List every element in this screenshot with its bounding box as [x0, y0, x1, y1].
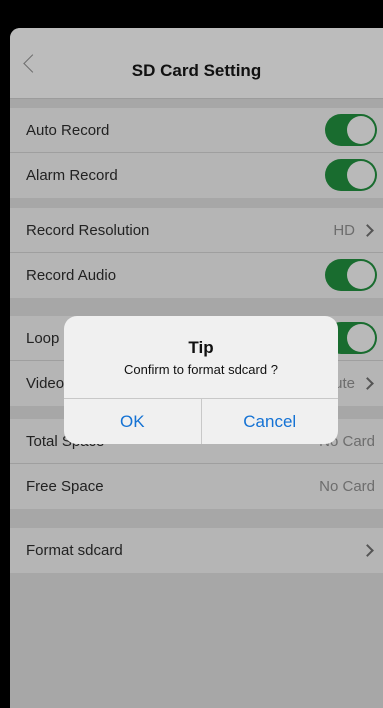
alarm-record-toggle[interactable] [325, 159, 377, 191]
toggle-knob [347, 116, 375, 144]
auto-record-toggle[interactable] [325, 114, 377, 146]
auto-record-label: Auto Record [26, 122, 110, 139]
auto-record-row: Auto Record [10, 108, 383, 153]
toggle-knob [347, 324, 375, 352]
format-sdcard-row[interactable]: Format sdcard [10, 528, 383, 573]
alarm-record-label: Alarm Record [26, 167, 118, 184]
loop-label: Loop [26, 330, 60, 347]
toggle-knob [347, 161, 375, 189]
format-confirm-dialog: Tip Confirm to format sdcard ? OK Cancel [64, 316, 338, 444]
record-resolution-row[interactable]: Record Resolution HD [10, 208, 383, 253]
free-space-label: Free Space [26, 478, 104, 495]
alarm-record-row: Alarm Record [10, 153, 383, 198]
format-sdcard-label: Format sdcard [26, 542, 123, 559]
dialog-message: Confirm to format sdcard ? [124, 362, 278, 377]
record-audio-toggle[interactable] [325, 259, 377, 291]
chevron-right-icon [361, 224, 374, 237]
dialog-actions: OK Cancel [64, 398, 338, 444]
ok-button[interactable]: OK [64, 399, 201, 444]
chevron-right-icon [361, 544, 374, 557]
page-title: SD Card Setting [131, 61, 262, 80]
record-resolution-value: HD [333, 222, 355, 239]
record-mode-group: Auto Record Alarm Record [10, 108, 383, 198]
chevron-right-icon [361, 377, 374, 390]
dialog-title: Tip [188, 338, 214, 357]
record-options-group: Record Resolution HD Record Audio [10, 208, 383, 298]
free-space-value: No Card [319, 478, 375, 495]
video-label: Video [26, 375, 65, 392]
cancel-button[interactable]: Cancel [200, 399, 339, 444]
format-group: Format sdcard [10, 528, 383, 573]
toggle-knob [347, 261, 375, 289]
record-audio-row: Record Audio [10, 253, 383, 298]
free-space-row: Free Space No Card [10, 464, 383, 509]
record-resolution-label: Record Resolution [26, 222, 150, 239]
record-audio-label: Record Audio [26, 267, 117, 284]
navigation-bar: SD Card Setting [10, 28, 383, 99]
